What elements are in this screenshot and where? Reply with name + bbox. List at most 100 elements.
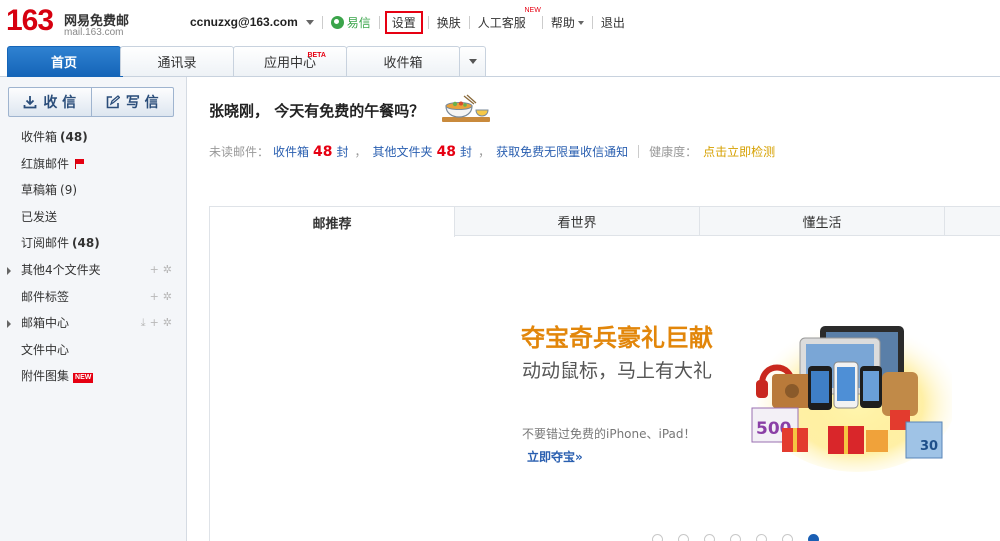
tab-contacts[interactable]: 通讯录 [120,46,234,76]
folder-label: 红旗邮件 [21,156,70,171]
red-flag-icon [75,158,85,169]
gear-icon[interactable]: ✲ [163,290,176,303]
tab-world[interactable]: 看世界 [455,207,700,236]
inbox-unit[interactable]: 封 [337,143,349,160]
carousel-dot[interactable] [756,534,767,541]
tabs-more-button[interactable] [459,46,486,76]
unread-count: (48) [72,236,100,251]
sidebar-item-drafts[interactable]: 草稿箱 (9) [0,177,186,204]
carousel-dot[interactable] [652,534,663,541]
download-icon[interactable]: ⤓ [141,316,150,329]
tab-inbox[interactable]: 收件箱 [346,46,460,76]
divider [591,15,593,29]
lunch-bowl-icon [442,94,490,122]
skin-link[interactable]: 换肤 [437,14,461,31]
comma: ， [478,145,491,159]
content-tabs: 邮推荐 看世界 懂生活 [210,207,1000,237]
mailbox-tools: ⤓+✲ [141,310,176,337]
promo-title: 夺宝奇兵豪礼巨献 [521,324,713,352]
add-icon[interactable]: + [150,316,163,329]
sidebar-item-inbox[interactable]: 收件箱 (48) [0,124,186,151]
folder-label: 邮件标签 [21,289,70,304]
add-icon[interactable]: + [150,290,163,303]
carousel-dot[interactable] [782,534,793,541]
add-icon[interactable]: + [150,263,163,276]
support-link[interactable]: 人工客服 NEW [477,7,541,31]
promo-link[interactable]: 立即夺宝» [527,448,583,465]
tag-tools: +✲ [150,284,176,311]
carousel-dot[interactable] [678,534,689,541]
compose-button[interactable]: 写 信 [90,88,174,116]
other-unit[interactable]: 封 [460,143,472,160]
other-unread-count[interactable]: 48 [437,144,456,160]
settings-link[interactable]: 设置 [384,10,423,34]
sidebar-item-attachments[interactable]: 附件图集 NEW [0,363,186,390]
folder-label: 草稿箱 [21,183,58,198]
box-value: 30 [920,439,938,454]
compose-icon [106,95,120,109]
sidebar-item-mailbox-center[interactable]: 邮箱中心 ⤓+✲ [0,310,186,337]
main-tabs: 首页 通讯录 应用中心 BETA 收件箱 [7,46,486,76]
download-icon [23,96,37,109]
promo-note: 不要错过免费的iPhone、iPad！ [522,427,696,441]
support-label: 人工客服 [477,15,526,30]
new-badge: NEW [524,6,541,14]
folder-label: 邮箱中心 [21,316,70,331]
health-check-link[interactable]: 点击立即检测 [703,143,775,160]
greeting-title: 张晓刚， 今天有免费的午餐吗？ [209,102,425,120]
divider [638,145,640,158]
prize-illustration[interactable]: 500 30 [742,322,952,472]
sidebar-item-flagged[interactable]: 红旗邮件 [0,151,186,178]
sidebar-item-subscriptions[interactable]: 订阅邮件 (48) [0,230,186,257]
folder-list: 收件箱 (48) 红旗邮件 草稿箱 (9) 已发送 订阅邮件 (48) 其他4个文件夹… [0,124,186,390]
gear-icon[interactable]: ✲ [163,316,176,329]
logout-link[interactable]: 退出 [601,14,625,31]
beta-badge: BETA [307,52,326,59]
tab-apps[interactable]: 应用中心 BETA [233,46,347,76]
top-nav: ccnuzxg@163.com 易信 设置 换肤 人工客服 NEW 帮助 退出 [190,7,625,34]
divider [468,15,470,29]
other-folders-link[interactable]: 其他文件夹 [373,143,433,160]
unread-summary: 未读邮件： 收件箱 48 封 ， 其他文件夹 48 封 ， 获取免费无限量收信通… [209,143,775,160]
folder-label: 其他4个文件夹 [21,262,101,277]
tab-life[interactable]: 懂生活 [700,207,945,236]
inbox-unread-count[interactable]: 48 [313,144,332,160]
divider [427,15,429,29]
notify-link[interactable]: 获取免费无限量收信通知 [496,143,628,160]
carousel-dot-active[interactable] [808,534,819,541]
receive-label: 收 信 [43,95,77,111]
sidebar-item-other-folders[interactable]: 其他4个文件夹 +✲ [0,257,186,284]
comma: ， [354,145,367,159]
gear-icon[interactable]: ✲ [163,263,176,276]
health-label: 健康度： [649,145,698,159]
header: 163 网易免费邮 mail.163.com ccnuzxg@163.com 易… [0,0,1000,46]
help-link[interactable]: 帮助 [551,14,584,31]
carousel-dot[interactable] [704,534,715,541]
sidebar-item-tags[interactable]: 邮件标签 +✲ [0,284,186,311]
inbox-unread-link[interactable]: 收件箱 [273,143,309,160]
sidebar: 收 信 写 信 收件箱 (48) 红旗邮件 草稿箱 (9) 已发送 订阅邮件 (48)… [0,77,187,541]
help-label: 帮助 [550,15,575,30]
folder-label: 文件中心 [21,342,70,357]
divider [541,15,543,29]
carousel-dot[interactable] [730,534,741,541]
compose-label: 写 信 [125,95,159,111]
expand-arrow-icon[interactable] [7,266,11,275]
expand-arrow-icon[interactable] [7,320,11,329]
tab-home[interactable]: 首页 [7,46,121,76]
receive-button[interactable]: 收 信 [9,88,91,116]
tab-recommend[interactable]: 邮推荐 [210,207,455,237]
yixin-link[interactable]: 易信 [330,14,371,31]
sidebar-item-sent[interactable]: 已发送 [0,204,186,231]
promo-subtitle: 动动鼠标，马上有大礼 [522,360,713,382]
unread-count: (48) [60,130,88,144]
draft-count: (9) [60,183,78,198]
folder-label: 已发送 [21,209,58,224]
chevron-down-icon [468,59,477,64]
mail-action-buttons: 收 信 写 信 [8,87,174,117]
sidebar-item-file-center[interactable]: 文件中心 [0,337,186,364]
help-dropdown-icon [577,21,584,25]
account-name[interactable]: ccnuzxg@163.com [190,15,298,29]
account-dropdown-icon[interactable] [305,19,314,25]
folder-label: 订阅邮件 [21,236,70,251]
